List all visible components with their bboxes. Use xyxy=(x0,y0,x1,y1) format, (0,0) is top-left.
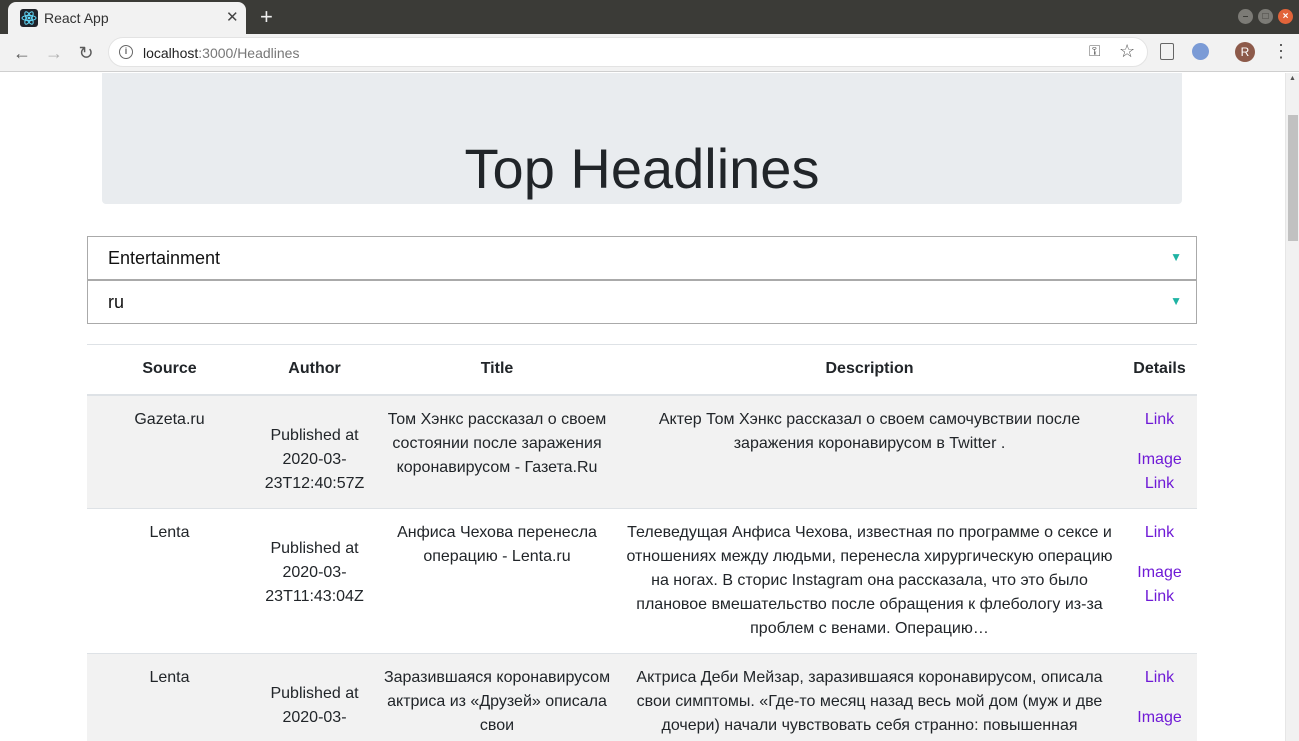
article-link[interactable]: Link xyxy=(1128,408,1191,432)
browser-tab[interactable]: React App ✕ xyxy=(8,2,246,34)
profile-avatar[interactable]: R xyxy=(1235,42,1255,62)
page-title: Top Headlines xyxy=(464,137,820,200)
table-header-row: Source Author Title Description Details xyxy=(87,344,1197,396)
dropdown-arrow-icon: ▼ xyxy=(1170,294,1182,308)
image-link[interactable]: Image xyxy=(1128,706,1191,730)
title-cell: Анфиса Чехова перенесла операцию - Lenta… xyxy=(377,507,617,653)
window-maximize-icon[interactable]: □ xyxy=(1258,9,1273,24)
link-spacer xyxy=(1128,545,1191,561)
dropdown-arrow-icon: ▼ xyxy=(1170,250,1182,264)
new-tab-icon[interactable]: + xyxy=(260,4,273,30)
browser-toolbar: ← → ↻ i localhost:3000/Headlines ⚿ ☆ R ⋮ xyxy=(0,34,1299,72)
column-header-title: Title xyxy=(377,344,617,396)
column-header-description: Description xyxy=(617,344,1122,396)
column-header-source: Source xyxy=(87,344,252,396)
category-select[interactable]: Entertainment ▼ xyxy=(87,236,1197,280)
forward-arrow-icon[interactable]: → xyxy=(43,42,65,64)
link-spacer xyxy=(1128,432,1191,448)
source-cell: Gazeta.ru xyxy=(87,394,252,508)
scroll-up-arrow-icon[interactable]: ▲ xyxy=(1289,75,1296,82)
description-cell: Актер Том Хэнкс рассказал о своем самочу… xyxy=(617,394,1122,508)
title-cell: Заразившаяся коронавирусом актриса из «Д… xyxy=(377,652,617,741)
details-cell: Link Image Link xyxy=(1122,507,1197,653)
country-select[interactable]: ru ▼ xyxy=(87,280,1197,324)
image-link[interactable]: Image Link xyxy=(1128,561,1191,609)
country-select-value: ru xyxy=(108,292,125,312)
key-icon[interactable]: ⚿ xyxy=(1089,43,1100,60)
column-header-details: Details xyxy=(1122,344,1197,396)
author-cell: Published at 2020-03- xyxy=(252,652,377,741)
address-bar[interactable]: i localhost:3000/Headlines ⚿ ☆ xyxy=(108,37,1148,67)
url-text[interactable]: localhost:3000/Headlines xyxy=(143,45,299,61)
url-host: localhost xyxy=(143,45,199,61)
details-cell: Link Image Link xyxy=(1122,394,1197,508)
window-minimize-icon[interactable]: – xyxy=(1238,9,1253,24)
description-cell: Телеведущая Анфиса Чехова, известная по … xyxy=(617,507,1122,653)
table-row: Lenta Published at 2020-03- Заразившаяся… xyxy=(87,652,1197,741)
table-row: Lenta Published at 2020-03-23T11:43:04Z … xyxy=(87,507,1197,653)
bookmark-star-icon[interactable]: ☆ xyxy=(1119,41,1135,62)
react-logo-icon xyxy=(20,9,38,27)
article-link[interactable]: Link xyxy=(1128,666,1191,690)
extension-document-icon[interactable] xyxy=(1160,43,1174,60)
table-row: Gazeta.ru Published at 2020-03-23T12:40:… xyxy=(87,394,1197,508)
url-path: :3000/Headlines xyxy=(198,45,300,61)
page-scrollbar[interactable]: ▲ xyxy=(1285,73,1299,741)
author-cell: Published at 2020-03-23T12:40:57Z xyxy=(252,394,377,508)
category-select-value: Entertainment xyxy=(108,248,221,268)
source-cell: Lenta xyxy=(87,652,252,741)
description-cell: Актриса Деби Мейзар, заразившаяся корона… xyxy=(617,652,1122,741)
close-tab-icon[interactable]: ✕ xyxy=(226,9,239,27)
source-cell: Lenta xyxy=(87,507,252,653)
browser-menu-icon[interactable]: ⋮ xyxy=(1272,40,1290,62)
browser-tab-bar: React App ✕ + – □ × xyxy=(0,0,1299,34)
image-link[interactable]: Image Link xyxy=(1128,448,1191,496)
reload-icon[interactable]: ↻ xyxy=(75,42,97,64)
extension-globe-icon[interactable] xyxy=(1192,43,1209,60)
tab-title: React App xyxy=(44,10,109,26)
page-viewport: Top Headlines Entertainment ▼ ru ▼ Sourc… xyxy=(0,73,1285,741)
title-cell: Том Хэнкс рассказал о своем состоянии по… xyxy=(377,394,617,508)
back-arrow-icon[interactable]: ← xyxy=(11,42,33,64)
link-spacer xyxy=(1128,690,1191,706)
details-cell: Link Image xyxy=(1122,652,1197,741)
site-info-icon[interactable]: i xyxy=(119,45,133,59)
header-jumbotron: Top Headlines xyxy=(102,73,1182,204)
headlines-table: Source Author Title Description Details … xyxy=(87,344,1197,741)
window-close-icon[interactable]: × xyxy=(1278,9,1293,24)
scrollbar-thumb[interactable] xyxy=(1288,115,1298,241)
column-header-author: Author xyxy=(252,344,377,396)
article-link[interactable]: Link xyxy=(1128,521,1191,545)
author-cell: Published at 2020-03-23T11:43:04Z xyxy=(252,507,377,653)
